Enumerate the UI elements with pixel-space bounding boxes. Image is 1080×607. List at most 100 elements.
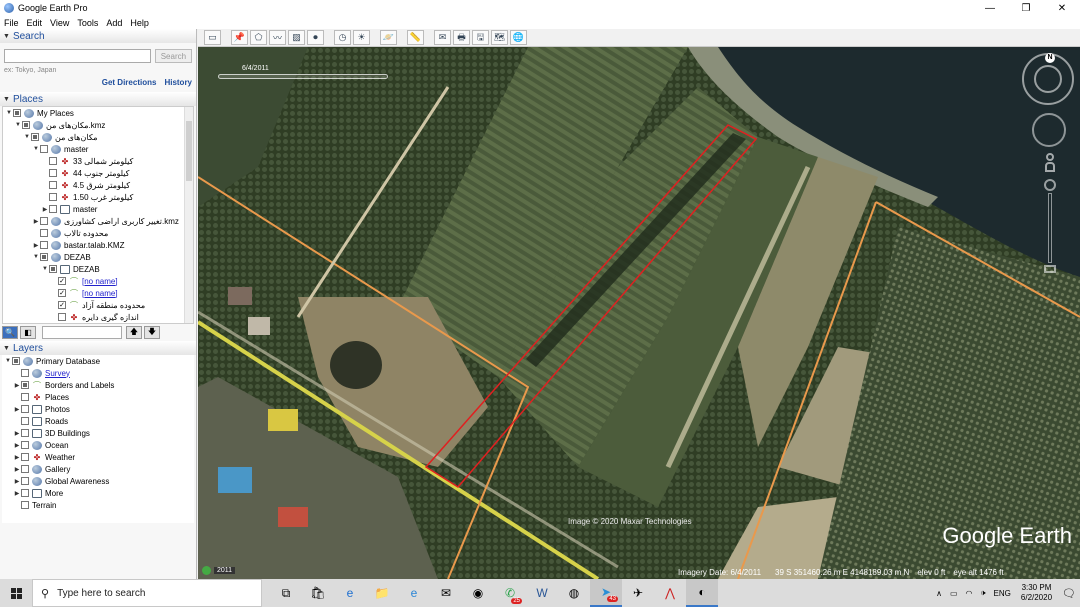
- expand-arrow-icon[interactable]: ▶: [13, 406, 21, 413]
- sidebar-toggle-icon[interactable]: ▭: [204, 30, 221, 45]
- app-icon[interactable]: ✈: [622, 579, 654, 607]
- wifi-icon[interactable]: ◠: [966, 589, 973, 598]
- checkbox[interactable]: [58, 313, 66, 321]
- store-icon[interactable]: 🛍: [302, 579, 334, 607]
- places-tree[interactable]: ▼ My Places ▼ مکان‌های من.kmz ▼ مکان‌های من ▼ m…: [2, 106, 194, 324]
- checkbox[interactable]: [49, 265, 57, 273]
- places-tree-item[interactable]: ✓ ⌒ محدوده منطقه آزاد: [3, 299, 193, 311]
- expand-arrow-icon[interactable]: ▶: [32, 242, 40, 249]
- google-earth-task-icon[interactable]: ◐: [686, 579, 718, 607]
- checkbox[interactable]: [21, 381, 29, 389]
- expand-arrow-icon[interactable]: ▶: [32, 218, 40, 225]
- places-tree-item[interactable]: ▼ مکان‌های من: [3, 131, 193, 143]
- checkbox[interactable]: [49, 181, 57, 189]
- checkbox[interactable]: [21, 393, 29, 401]
- places-tree-item[interactable]: ▶ تغییر کاربری اراضی کشاورزی.kmz: [3, 215, 193, 227]
- places-tree-item[interactable]: ✓ ⌒ [no name]: [3, 287, 193, 299]
- street-view-pegman-icon[interactable]: [1044, 153, 1056, 173]
- checkbox[interactable]: [40, 145, 48, 153]
- checkbox[interactable]: ✓: [58, 301, 66, 309]
- search-button[interactable]: Search: [154, 49, 192, 63]
- places-tree-item[interactable]: محدوده تالاب: [3, 227, 193, 239]
- satellite-imagery[interactable]: [198, 47, 1080, 579]
- layers-tree-item[interactable]: Survey: [2, 367, 194, 379]
- layers-tree-item[interactable]: ▶ ✤ Weather: [2, 451, 194, 463]
- notification-icon[interactable]: 🗨: [1062, 587, 1076, 600]
- mail-icon[interactable]: ✉: [430, 579, 462, 607]
- expand-arrow-icon[interactable]: ▶: [13, 490, 21, 497]
- places-tree-item[interactable]: ▶ master: [3, 203, 193, 215]
- expand-arrow-icon[interactable]: ▶: [13, 442, 21, 449]
- places-tree-item[interactable]: ✤ کیلومتر غرب 1.50: [3, 191, 193, 203]
- get-directions-link[interactable]: Get Directions: [102, 78, 157, 87]
- record-tour-icon[interactable]: ⏺: [307, 30, 324, 45]
- layers-tree-item[interactable]: ▶ 3D Buildings: [2, 427, 194, 439]
- telegram-icon[interactable]: ➤ 43: [590, 579, 622, 607]
- file-explorer-icon[interactable]: 📁: [366, 579, 398, 607]
- search-panel-header[interactable]: ▼ Search: [0, 29, 196, 43]
- checkbox[interactable]: [21, 489, 29, 497]
- browser-icon[interactable]: ◍: [558, 579, 590, 607]
- places-tree-item[interactable]: ✤ اندازه گیری دایره: [3, 311, 193, 323]
- move-up-icon[interactable]: 🡅: [126, 326, 142, 339]
- checkbox[interactable]: [13, 109, 21, 117]
- expand-arrow-icon[interactable]: ▼: [4, 358, 12, 364]
- search-places-icon[interactable]: 🔍: [2, 326, 18, 339]
- minimize-button[interactable]: —: [972, 0, 1008, 16]
- north-icon[interactable]: N: [1045, 53, 1055, 63]
- tray-chevron-icon[interactable]: ∧: [936, 589, 942, 598]
- close-button[interactable]: ✕: [1044, 0, 1080, 16]
- start-button[interactable]: [0, 579, 32, 607]
- chrome-icon[interactable]: ◉: [462, 579, 494, 607]
- places-tree-item[interactable]: ▼ DEZAB: [3, 251, 193, 263]
- checkbox[interactable]: [21, 369, 29, 377]
- checkbox[interactable]: [49, 193, 57, 201]
- menu-help[interactable]: Help: [130, 18, 149, 28]
- expand-arrow-icon[interactable]: ▼: [32, 146, 40, 152]
- layers-tree-item[interactable]: ▶ Photos: [2, 403, 194, 415]
- places-tree-item[interactable]: ▼ My Places: [3, 107, 193, 119]
- checkbox[interactable]: [49, 205, 57, 213]
- expand-arrow-icon[interactable]: ▼: [5, 110, 13, 116]
- layers-tree-item[interactable]: Terrain: [2, 499, 194, 511]
- checkbox[interactable]: [21, 405, 29, 413]
- places-filter-input[interactable]: [42, 326, 122, 339]
- add-path-icon[interactable]: 〰: [269, 30, 286, 45]
- checkbox[interactable]: [21, 453, 29, 461]
- checkbox[interactable]: [22, 121, 30, 129]
- task-view-icon[interactable]: ⧉: [270, 579, 302, 607]
- zoom-slider[interactable]: [1042, 179, 1058, 279]
- places-tree-item[interactable]: ▼ master: [3, 143, 193, 155]
- checkbox[interactable]: [40, 253, 48, 261]
- places-panel-header[interactable]: ▼ Places: [0, 92, 196, 106]
- layers-tree[interactable]: ▼ Primary Database Survey ▶ ⌒ Borders and Lab…: [2, 355, 194, 523]
- look-joystick-icon[interactable]: [1034, 65, 1062, 93]
- checkbox[interactable]: [21, 429, 29, 437]
- sunlight-icon[interactable]: ☀: [353, 30, 370, 45]
- restore-button[interactable]: ❐: [1008, 0, 1044, 16]
- places-tree-item[interactable]: ✤ کیلومتر شرق 4.5: [3, 179, 193, 191]
- panel-toggle-icon[interactable]: ◧: [20, 326, 36, 339]
- time-slider[interactable]: 6/4/2011: [218, 65, 388, 79]
- places-tree-item[interactable]: ▼ مکان‌های من.kmz: [3, 119, 193, 131]
- checkbox[interactable]: [21, 417, 29, 425]
- expand-arrow-icon[interactable]: ▼: [32, 254, 40, 260]
- menu-view[interactable]: View: [50, 18, 69, 28]
- search-input[interactable]: [4, 49, 151, 63]
- places-tree-item[interactable]: ✓ ⌒ [no name]: [3, 275, 193, 287]
- checkbox[interactable]: [21, 441, 29, 449]
- view-in-maps-icon[interactable]: 🗺: [491, 30, 508, 45]
- historical-year-badge[interactable]: 2011: [202, 566, 236, 575]
- map-view[interactable]: 6/4/2011 N Image © 2020 Maxar Technologi…: [198, 47, 1080, 579]
- ruler-icon[interactable]: 📏: [407, 30, 424, 45]
- save-image-icon[interactable]: 🖫: [472, 30, 489, 45]
- expand-arrow-icon[interactable]: ▶: [13, 430, 21, 437]
- layers-tree-item[interactable]: ▶ More: [2, 487, 194, 499]
- layers-tree-item[interactable]: ▶ Ocean: [2, 439, 194, 451]
- email-icon[interactable]: ✉: [434, 30, 451, 45]
- layers-panel-header[interactable]: ▼ Layers: [0, 341, 196, 355]
- planets-icon[interactable]: 🪐: [380, 30, 397, 45]
- expand-arrow-icon[interactable]: ▶: [13, 478, 21, 485]
- language-indicator[interactable]: ENG: [994, 589, 1011, 598]
- checkbox[interactable]: [21, 465, 29, 473]
